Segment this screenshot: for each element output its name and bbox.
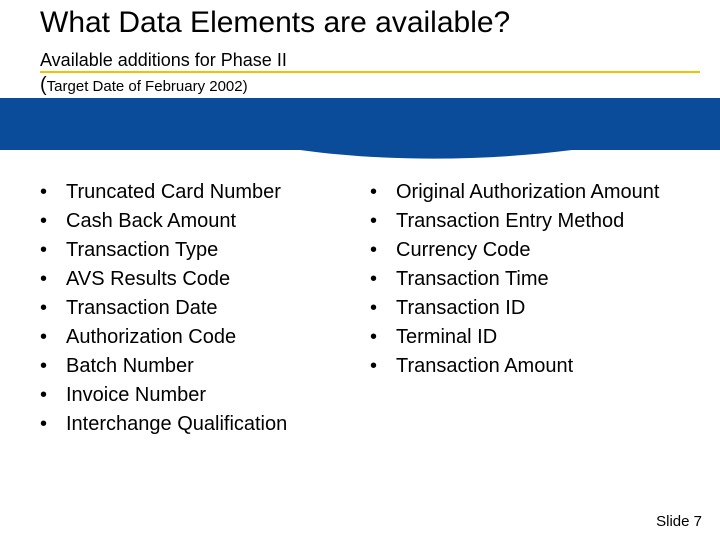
bullet-icon: • bbox=[40, 207, 66, 236]
content-area: •Truncated Card Number•Cash Back Amount•… bbox=[40, 178, 690, 439]
bullet-icon: • bbox=[40, 236, 66, 265]
list-item: •Transaction Type bbox=[40, 236, 360, 265]
bullet-icon: • bbox=[40, 178, 66, 207]
bullet-icon: • bbox=[370, 352, 396, 381]
list-item: •Currency Code bbox=[370, 236, 690, 265]
right-column: •Original Authorization Amount•Transacti… bbox=[370, 178, 690, 439]
bullet-icon: • bbox=[40, 381, 66, 410]
slide: What Data Elements are available? Availa… bbox=[0, 0, 720, 540]
list-item: •AVS Results Code bbox=[40, 265, 360, 294]
list-item-text: Cash Back Amount bbox=[66, 207, 360, 236]
list-item-text: AVS Results Code bbox=[66, 265, 360, 294]
list-item: •Original Authorization Amount bbox=[370, 178, 690, 207]
bullet-icon: • bbox=[40, 352, 66, 381]
bullet-icon: • bbox=[370, 207, 396, 236]
list-item-text: Invoice Number bbox=[66, 381, 360, 410]
list-item-text: Terminal ID bbox=[396, 323, 690, 352]
slide-title: What Data Elements are available? bbox=[40, 6, 700, 40]
list-item-text: Transaction Entry Method bbox=[396, 207, 690, 236]
list-item: •Authorization Code bbox=[40, 323, 360, 352]
bullet-icon: • bbox=[40, 410, 66, 439]
subtitle-line-2: (Target Date of February 2002) bbox=[40, 74, 248, 97]
list-item-text: Currency Code bbox=[396, 236, 690, 265]
left-list: •Truncated Card Number•Cash Back Amount•… bbox=[40, 178, 360, 439]
left-column: •Truncated Card Number•Cash Back Amount•… bbox=[40, 178, 360, 439]
bullet-icon: • bbox=[370, 294, 396, 323]
title-underline bbox=[40, 71, 700, 73]
right-list: •Original Authorization Amount•Transacti… bbox=[370, 178, 690, 381]
list-item-text: Original Authorization Amount bbox=[396, 178, 690, 207]
subtitle-line-2-text: Target Date of February 2002) bbox=[47, 78, 248, 95]
list-item-text: Batch Number bbox=[66, 352, 360, 381]
list-item: •Transaction Date bbox=[40, 294, 360, 323]
bullet-icon: • bbox=[370, 265, 396, 294]
list-item: •Batch Number bbox=[40, 352, 360, 381]
list-item-text: Transaction Time bbox=[396, 265, 690, 294]
list-item: •Transaction Entry Method bbox=[370, 207, 690, 236]
bullet-icon: • bbox=[370, 323, 396, 352]
list-item: •Transaction ID bbox=[370, 294, 690, 323]
open-paren: ( bbox=[40, 74, 47, 96]
list-item-text: Transaction Amount bbox=[396, 352, 690, 381]
list-item: •Interchange Qualification bbox=[40, 410, 360, 439]
list-item: •Cash Back Amount bbox=[40, 207, 360, 236]
list-item: •Truncated Card Number bbox=[40, 178, 360, 207]
list-item-text: Transaction Type bbox=[66, 236, 360, 265]
list-item-text: Transaction Date bbox=[66, 294, 360, 323]
list-item: •Invoice Number bbox=[40, 381, 360, 410]
list-item-text: Authorization Code bbox=[66, 323, 360, 352]
list-item-text: Interchange Qualification bbox=[66, 410, 360, 439]
bullet-icon: • bbox=[370, 236, 396, 265]
list-item-text: Transaction ID bbox=[396, 294, 690, 323]
slide-number: Slide 7 bbox=[656, 513, 702, 530]
bullet-icon: • bbox=[40, 294, 66, 323]
list-item: •Terminal ID bbox=[370, 323, 690, 352]
bullet-icon: • bbox=[370, 178, 396, 207]
list-item-text: Truncated Card Number bbox=[66, 178, 360, 207]
subtitle-line-1: Available additions for Phase II bbox=[40, 50, 287, 71]
list-item: •Transaction Amount bbox=[370, 352, 690, 381]
bullet-icon: • bbox=[40, 323, 66, 352]
bullet-icon: • bbox=[40, 265, 66, 294]
list-item: •Transaction Time bbox=[370, 265, 690, 294]
